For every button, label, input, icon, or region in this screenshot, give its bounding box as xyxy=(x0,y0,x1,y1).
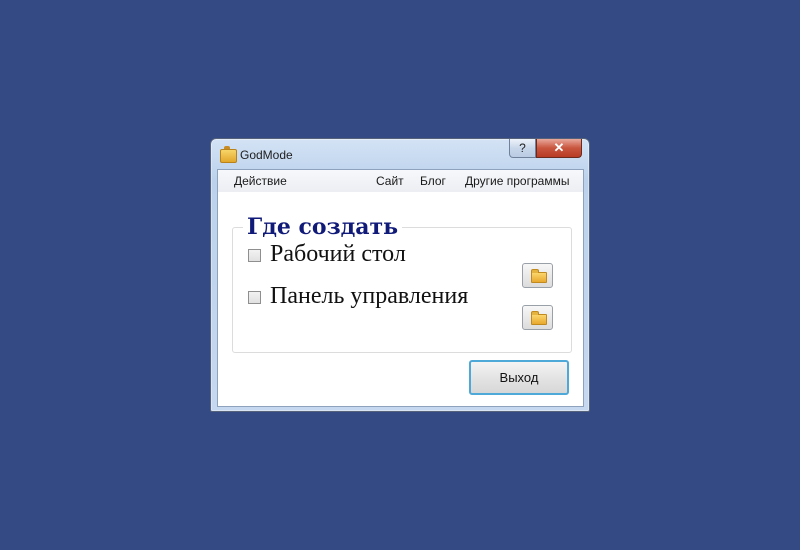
control-panel-checkbox[interactable] xyxy=(248,291,261,304)
menu-bar: Действие Сайт Блог Другие программы xyxy=(218,170,583,192)
control-panel-option-label[interactable]: Панель управления xyxy=(270,283,468,310)
desktop-checkbox[interactable] xyxy=(248,249,261,262)
control-panel-browse-button[interactable] xyxy=(522,305,553,330)
window-title: GodMode xyxy=(240,148,293,162)
menu-item-blog[interactable]: Блог xyxy=(420,174,446,188)
godmode-window: GodMode ? ✕ Действие Сайт Блог Другие пр… xyxy=(210,138,590,412)
window-client-area: Действие Сайт Блог Другие программы Где … xyxy=(217,169,584,407)
menu-item-action[interactable]: Действие xyxy=(234,174,287,188)
folder-icon xyxy=(531,311,547,325)
exit-button[interactable]: Выход xyxy=(469,360,569,395)
close-button[interactable]: ✕ xyxy=(536,139,582,158)
folder-icon xyxy=(531,269,547,283)
title-bar[interactable]: GodMode ? ✕ xyxy=(211,139,589,167)
menu-item-site[interactable]: Сайт xyxy=(376,174,404,188)
help-button[interactable]: ? xyxy=(509,139,536,158)
menu-item-other-programs[interactable]: Другие программы xyxy=(465,174,569,188)
app-folder-icon xyxy=(220,146,237,163)
desktop-option-label[interactable]: Рабочий стол xyxy=(270,241,406,268)
desktop-browse-button[interactable] xyxy=(522,263,553,288)
group-title: Где создать xyxy=(243,214,403,240)
